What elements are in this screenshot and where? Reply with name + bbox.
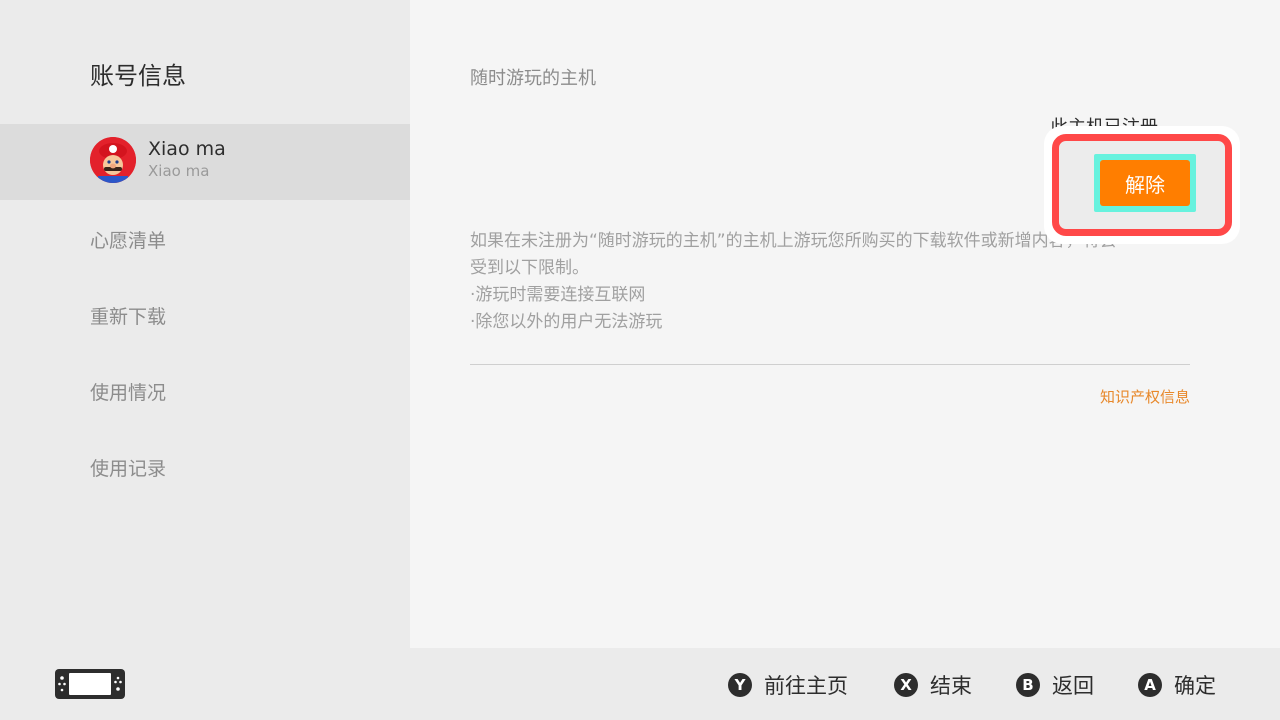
- restriction-item: ·除您以外的用户无法游玩: [470, 312, 663, 332]
- sidebar-title: 账号信息: [90, 62, 186, 90]
- confirm-button[interactable]: A 确定: [1138, 670, 1216, 700]
- sidebar-item-user[interactable]: Xiao ma Xiao ma: [0, 124, 410, 200]
- sidebar-item-usage[interactable]: 使用情况: [90, 378, 166, 405]
- sidebar-item-history[interactable]: 使用记录: [90, 454, 166, 481]
- a-button-icon: A: [1138, 673, 1162, 697]
- x-button-icon: X: [894, 673, 918, 697]
- user-name: Xiao ma: [148, 138, 226, 160]
- console-handheld-icon: [55, 669, 125, 703]
- screen: 账号信息 Xiao ma Xiao ma 心愿清单 重新下载 使用情况 使用记录…: [0, 0, 1280, 720]
- description-line: 受到以下限制。: [470, 258, 589, 278]
- b-button-icon: B: [1016, 673, 1040, 697]
- sidebar-item-redownload[interactable]: 重新下载: [90, 302, 166, 329]
- ip-info-link[interactable]: 知识产权信息: [1100, 386, 1190, 407]
- back-button-label: 返回: [1052, 674, 1094, 698]
- footer-bar: Y 前往主页 X 结束 B 返回 A 确定: [0, 648, 1280, 720]
- release-button[interactable]: 解除: [1100, 160, 1190, 206]
- section-title: 随时游玩的主机: [470, 68, 596, 89]
- end-button[interactable]: X 结束: [894, 670, 972, 700]
- sidebar-item-wishlist[interactable]: 心愿清单: [90, 226, 166, 253]
- home-button-label: 前往主页: [764, 674, 848, 698]
- sidebar: 账号信息 Xiao ma Xiao ma 心愿清单 重新下载 使用情况 使用记录: [0, 0, 410, 648]
- home-button[interactable]: Y 前往主页: [728, 670, 848, 700]
- user-subname: Xiao ma: [148, 162, 210, 180]
- back-button[interactable]: B 返回: [1016, 670, 1094, 700]
- confirm-button-label: 确定: [1174, 674, 1216, 698]
- main-panel: 随时游玩的主机 此主机已注册 如果在未注册为“随时游玩的主机”的主机上游玩您所购…: [410, 0, 1280, 648]
- mario-avatar-icon: [90, 137, 136, 183]
- description: 如果在未注册为“随时游玩的主机”的主机上游玩您所购买的下载软件或新增内容，将会 …: [470, 228, 1190, 336]
- end-button-label: 结束: [930, 674, 972, 698]
- restriction-item: ·游玩时需要连接互联网: [470, 285, 646, 305]
- y-button-icon: Y: [728, 673, 752, 697]
- divider: [470, 364, 1190, 365]
